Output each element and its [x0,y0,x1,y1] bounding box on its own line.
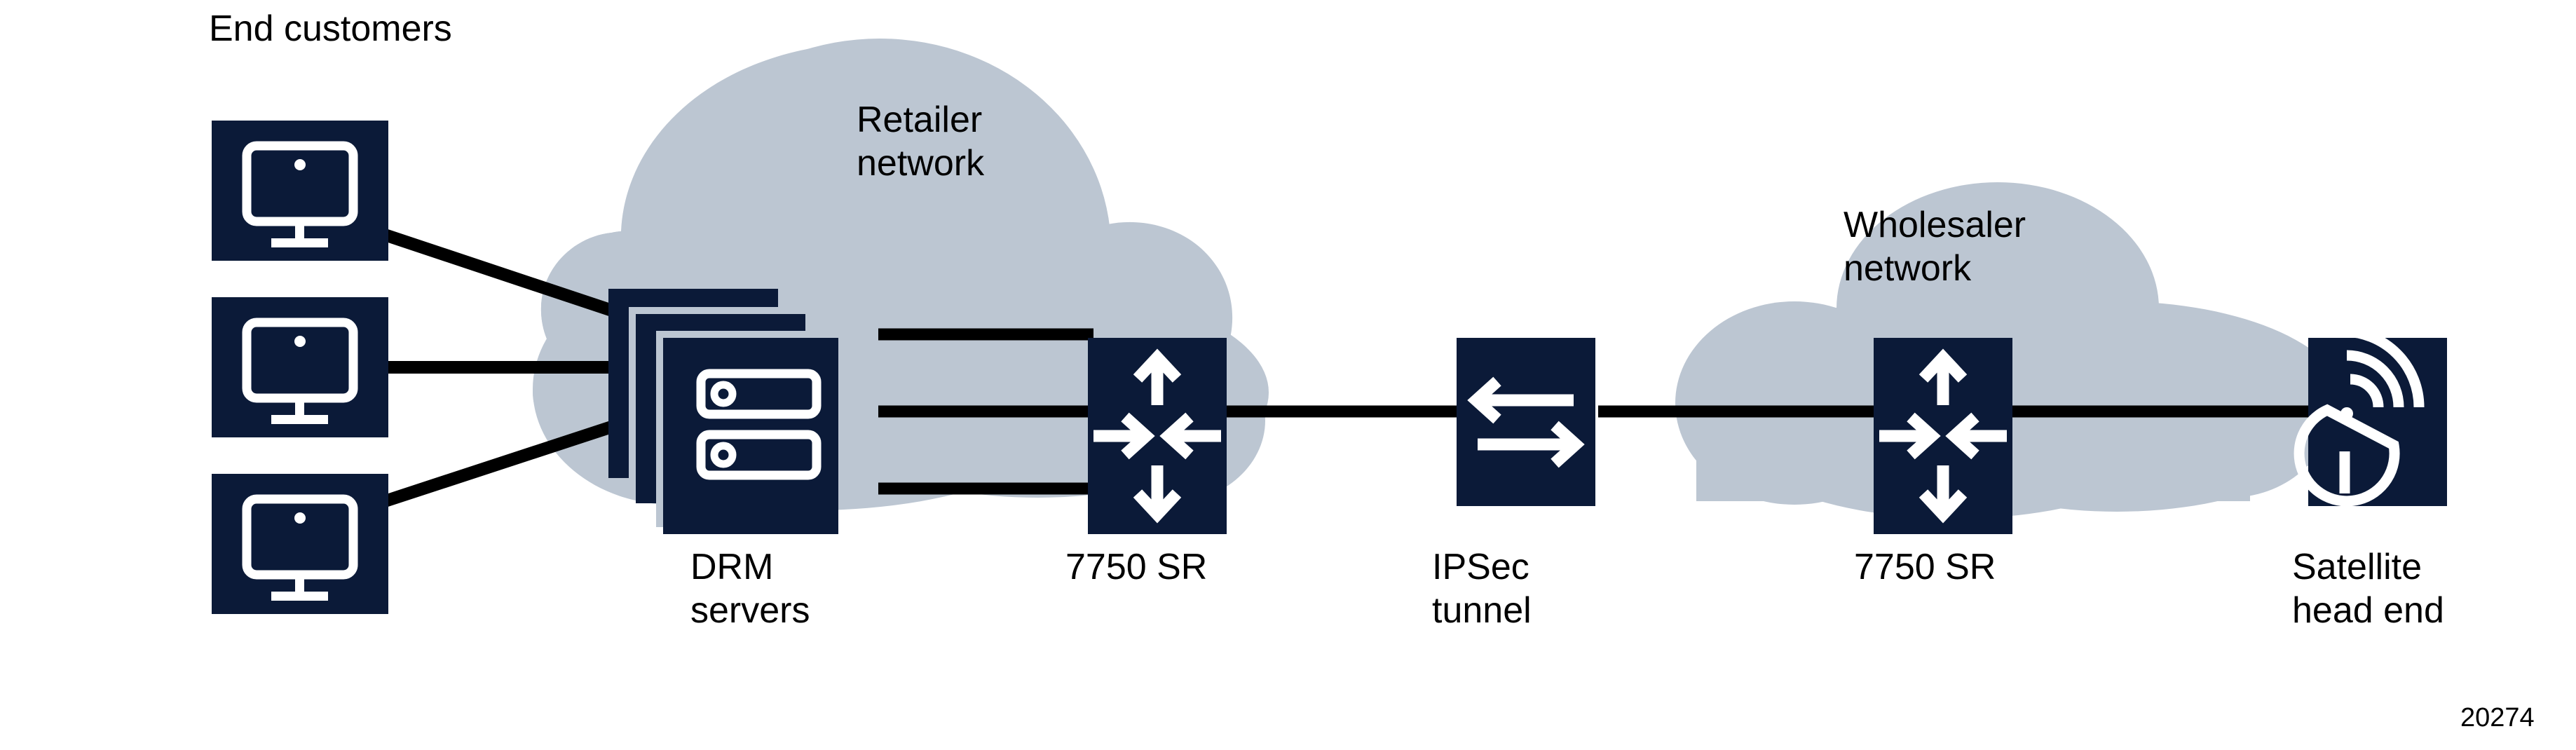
satellite-head-end[interactable] [2294,326,2447,507]
label-7750-sr-retailer: 7750 SR [1065,547,1208,587]
label-retailer-network: Retailer network [857,100,985,184]
figure-number: 20274 [2460,703,2535,732]
end-customer-monitor-3[interactable] [212,474,388,614]
ipsec-tunnel[interactable] [1457,338,1595,506]
end-customer-monitor-1[interactable] [212,121,388,261]
label-satellite-head-end: Satellite head end [2292,547,2444,631]
end-customer-monitor-2[interactable] [212,297,388,437]
network-diagram-canvas: End customers Retailer network Wholesale… [0,0,2576,750]
drm-servers[interactable] [608,289,838,534]
label-wholesaler-network: Wholesaler network [1844,205,2026,289]
router-7750-sr-wholesaler[interactable] [1874,338,2012,534]
label-end-customers: End customers [209,8,452,49]
diagram-graphics [212,39,2447,614]
router-7750-sr-retailer[interactable] [1088,338,1227,534]
label-7750-sr-wholesaler: 7750 SR [1854,547,1996,587]
label-drm-servers: DRM servers [690,547,810,631]
label-ipsec-tunnel: IPSec tunnel [1432,547,1532,631]
